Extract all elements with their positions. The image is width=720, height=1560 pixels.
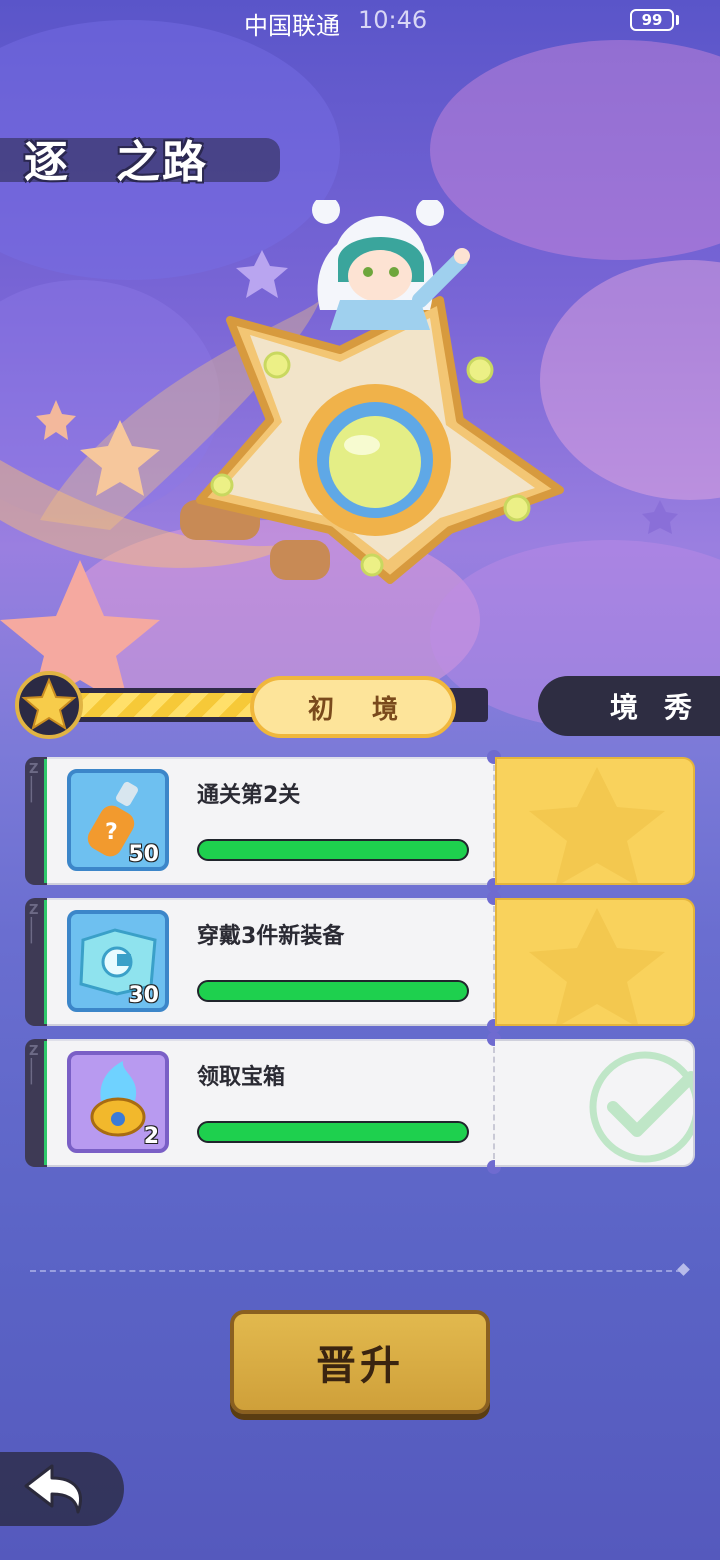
page-title: 逐 之路 <box>24 137 208 188</box>
star-watermark-icon <box>529 908 665 1024</box>
small-star <box>236 250 288 298</box>
promote-button[interactable]: 晋升 <box>230 1310 490 1414</box>
back-button[interactable] <box>0 1452 124 1526</box>
reward-count: 30 <box>128 983 159 1008</box>
star-vehicle <box>180 296 564 584</box>
battery-icon: 99 <box>630 9 674 31</box>
next-stage-pill[interactable]: 境秀 <box>538 676 720 736</box>
task-label: 领取宝箱 <box>197 1065 286 1090</box>
star-watermark-icon <box>529 767 665 883</box>
check-mark-icon <box>589 1051 693 1163</box>
small-star <box>36 400 76 440</box>
svg-text:?: ? <box>105 820 118 845</box>
drink-bottle-icon: ? 50 <box>67 769 169 871</box>
task-progress-bar <box>197 980 469 1002</box>
battery-tip <box>676 15 679 25</box>
star-badge-icon <box>15 671 83 739</box>
completed-stamp <box>495 1039 695 1167</box>
claim-reward-button[interactable] <box>495 757 695 885</box>
current-stage-pill: 初境 <box>250 676 456 738</box>
screen: 中国联通 10:46 99 逐 之路 初境 境秀 Z | | ? 50 通关第2… <box>0 0 720 1560</box>
status-bar: 中国联通 10:46 99 <box>0 0 720 44</box>
task-card: Z | | ? 50 通关第2关 <box>25 750 695 892</box>
task-label: 通关第2关 <box>197 783 301 808</box>
carrier-name: 中国联通 <box>244 12 340 40</box>
task-progress-fill <box>199 1123 467 1141</box>
character <box>312 200 470 330</box>
status-time: 10:46 <box>358 6 428 34</box>
map-scroll-icon: 30 <box>67 910 169 1012</box>
reward-count: 50 <box>128 842 159 867</box>
claim-reward-button[interactable] <box>495 898 695 1026</box>
task-progress-bar <box>197 1121 469 1143</box>
reward-count: 2 <box>143 1124 159 1149</box>
blue-flame-core-icon: 2 <box>67 1051 169 1153</box>
task-label: 穿戴3件新装备 <box>197 924 345 949</box>
back-arrow-icon <box>24 1464 82 1514</box>
task-card: Z | | 30 穿戴3件新装备 <box>25 891 695 1033</box>
task-progress-bar <box>197 839 469 861</box>
task-card: Z | | 2 领取宝箱 <box>25 1032 695 1174</box>
hero-illustration <box>0 200 678 710</box>
task-progress-fill <box>199 841 467 859</box>
section-divider <box>30 1270 682 1272</box>
divider-diamond-icon <box>677 1263 690 1276</box>
small-star <box>642 500 678 534</box>
task-progress-fill <box>199 982 467 1000</box>
